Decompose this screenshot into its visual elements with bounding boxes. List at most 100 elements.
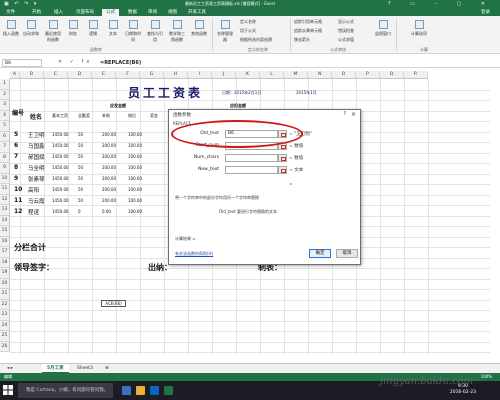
row-header[interactable]: 11 — [0, 184, 10, 195]
row-header[interactable]: 24 — [0, 320, 10, 331]
employee-name[interactable]: 郝国斌 — [28, 153, 45, 161]
row-header[interactable]: 7 — [0, 142, 10, 153]
cancel-button[interactable]: 取消 — [336, 249, 358, 258]
salary-cell[interactable]: 1450.00 — [52, 198, 69, 203]
column-header[interactable]: D — [68, 71, 92, 79]
lookup-button[interactable]: 查找与引用 — [146, 20, 164, 43]
column-header[interactable]: O — [332, 71, 356, 79]
salary-cell[interactable]: 200.00 — [102, 132, 116, 137]
row-header[interactable]: 21 — [0, 289, 10, 300]
tab-developer[interactable]: 开发工具 — [184, 9, 210, 16]
edge-icon[interactable] — [122, 386, 131, 395]
salary-cell[interactable]: 50 — [78, 198, 83, 203]
login-link[interactable]: 登录 — [481, 9, 490, 16]
close-icon[interactable]: × — [351, 111, 356, 118]
column-header[interactable]: G — [140, 71, 164, 79]
tab-formulas[interactable]: 公式 — [102, 9, 119, 16]
row-header[interactable]: 25 — [0, 331, 10, 342]
arg-input-num-chars[interactable] — [225, 154, 278, 162]
formula-bar-controls[interactable]: ✕ ✓ fx — [58, 59, 92, 65]
create-from-selection-button[interactable]: 根据所选内容创建 — [240, 37, 272, 43]
salary-cell[interactable]: 1450.00 — [52, 154, 69, 159]
explorer-icon[interactable] — [136, 386, 145, 395]
column-header[interactable]: K — [236, 71, 260, 79]
excel-icon[interactable] — [164, 386, 173, 395]
sheet-tab-may-salary[interactable]: 5月工资 — [42, 364, 69, 373]
row-header[interactable]: 3 — [0, 100, 10, 111]
row-header[interactable]: 14 — [0, 215, 10, 226]
recent-functions-button[interactable]: 最近使用的函数 — [44, 20, 62, 43]
salary-cell[interactable]: 100.00 — [128, 154, 142, 159]
salary-cell[interactable]: 100.00 — [128, 187, 142, 192]
define-name-button[interactable]: 定义名称 — [240, 19, 256, 25]
salary-cell[interactable]: 100.00 — [128, 165, 142, 170]
trace-dependents-button[interactable]: 追踪从属单元格 — [294, 28, 322, 34]
column-header[interactable]: I — [188, 71, 212, 79]
more-functions-button[interactable]: 其他函数 — [190, 20, 208, 37]
salary-cell[interactable]: 50 — [78, 132, 83, 137]
salary-cell[interactable]: 1450.00 — [52, 132, 69, 137]
salary-cell[interactable]: 100.00 — [128, 209, 142, 214]
row-header[interactable]: 13 — [0, 205, 10, 216]
salary-cell[interactable]: 1450.00 — [52, 187, 69, 192]
column-header[interactable]: A — [10, 71, 20, 79]
salary-cell[interactable]: 100.00 — [128, 132, 142, 137]
salary-cell[interactable]: 50 — [78, 143, 83, 148]
autosum-button[interactable]: 自动求和 — [22, 20, 40, 37]
show-formulas-button[interactable]: 显示公式 — [338, 19, 354, 25]
row-header[interactable]: 10 — [0, 173, 10, 184]
math-trig-button[interactable]: 数学和三角函数 — [168, 20, 186, 43]
row-header[interactable]: 6 — [0, 131, 10, 142]
row-header[interactable]: 5 — [0, 121, 10, 132]
row-header[interactable]: 15 — [0, 226, 10, 237]
salary-cell[interactable]: 0.00 — [102, 209, 111, 214]
sheet-nav-arrows[interactable]: ◂ ▸ — [2, 364, 18, 373]
salary-cell[interactable]: 50 — [78, 165, 83, 170]
row-header[interactable]: 2 — [0, 89, 10, 100]
add-sheet-icon[interactable]: ⊕ — [100, 364, 114, 373]
employee-name[interactable]: 高阳 — [28, 186, 39, 194]
salary-cell[interactable]: 100.00 — [128, 198, 142, 203]
salary-cell[interactable]: 50 — [78, 187, 83, 192]
row-header[interactable]: 16 — [0, 236, 10, 247]
tab-home[interactable]: 开始 — [28, 9, 45, 16]
salary-cell[interactable]: 1450.00 — [52, 165, 69, 170]
tab-data[interactable]: 数据 — [124, 9, 141, 16]
range-picker-icon[interactable] — [278, 154, 287, 162]
ok-button[interactable]: 确定 — [309, 249, 331, 258]
row-header[interactable]: 12 — [0, 194, 10, 205]
quick-access-toolbar[interactable]: ▣ ↶ ↷ ▾ — [4, 1, 38, 7]
employee-name[interactable]: 王卫明 — [28, 131, 45, 139]
zoom-level[interactable]: 100% — [481, 373, 492, 381]
salary-cell[interactable]: 200.00 — [102, 165, 116, 170]
tab-view[interactable]: 视图 — [164, 9, 181, 16]
logical-button[interactable]: 逻辑 — [84, 20, 102, 37]
employee-name[interactable]: 张素琴 — [28, 175, 45, 183]
insert-function-button[interactable]: 插入函数 — [2, 20, 20, 37]
date-time-button[interactable]: 日期和时间 — [124, 20, 142, 43]
row-header[interactable]: 1 — [0, 79, 10, 90]
column-header[interactable]: F — [116, 71, 140, 79]
salary-cell[interactable]: 1450.00 — [52, 209, 69, 214]
column-header[interactable]: J — [212, 71, 236, 79]
row-header[interactable]: 18 — [0, 257, 10, 268]
evaluate-formula-button[interactable]: 公式求值 — [338, 37, 354, 43]
salary-cell[interactable]: 200.00 — [102, 154, 116, 159]
salary-cell[interactable]: 200.00 — [102, 198, 116, 203]
column-header[interactable]: P — [356, 71, 380, 79]
tab-insert[interactable]: 插入 — [50, 9, 67, 16]
salary-cell[interactable]: 1450.00 — [52, 143, 69, 148]
row-header[interactable]: 19 — [0, 268, 10, 279]
employee-name[interactable]: 马国鑫 — [28, 142, 45, 150]
row-header[interactable]: 4 — [0, 110, 10, 121]
remove-arrows-button[interactable]: 移去箭头 — [294, 37, 310, 43]
column-header[interactable]: B — [20, 71, 44, 79]
row-header[interactable]: 22 — [0, 299, 10, 310]
row-header[interactable]: 23 — [0, 310, 10, 321]
text-button[interactable]: 文本 — [104, 20, 122, 37]
cortana-search-box[interactable]: 我是 Cortana，小娜。有问题尽管问我。 — [18, 383, 113, 398]
row-header[interactable]: 20 — [0, 278, 10, 289]
salary-cell[interactable]: 200.00 — [102, 187, 116, 192]
column-header[interactable]: Q — [380, 71, 404, 79]
column-header[interactable]: R — [404, 71, 428, 79]
